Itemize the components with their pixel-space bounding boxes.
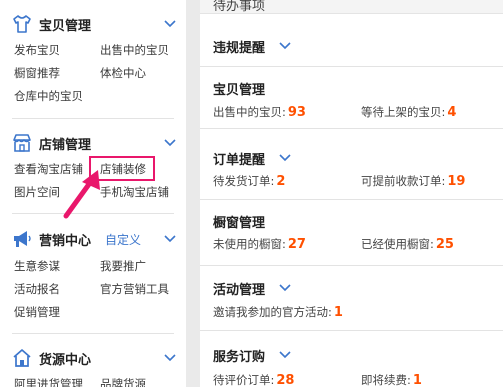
sidebar-link-promote[interactable]: 我要推广 bbox=[100, 259, 146, 273]
chevron-down-icon[interactable] bbox=[163, 351, 177, 365]
stat-count: 27 bbox=[287, 237, 306, 252]
sidebar-section-header-items[interactable]: 宝贝管理 bbox=[12, 14, 182, 34]
sidebar-link-ali-purchase[interactable]: 阿里进货管理 bbox=[14, 377, 83, 387]
stat-renewal-due[interactable]: 即将续费: 1 bbox=[361, 372, 422, 387]
column-divider bbox=[186, 0, 200, 387]
sidebar-link-health-center[interactable]: 体检中心 bbox=[100, 66, 146, 80]
stat-items-on-sale[interactable]: 出售中的宝贝: 93 bbox=[213, 104, 306, 121]
panel-title: 服务订购 bbox=[213, 350, 266, 365]
sidebar-section-header-marketing[interactable]: 营销中心 自定义 bbox=[12, 229, 182, 249]
stat-items-waiting[interactable]: 等待上架的宝贝: 4 bbox=[361, 104, 456, 121]
stat-official-event-invites[interactable]: 邀请我参加的官方活动: 1 bbox=[213, 304, 343, 321]
panel-service-orders: 服务订购 待评价订单: 28 即将续费: 1 bbox=[200, 331, 503, 387]
chevron-down-icon[interactable] bbox=[163, 136, 177, 150]
sidebar-section-header-sourcing[interactable]: 货源中心 bbox=[12, 348, 182, 368]
sidebar-link-items-on-sale[interactable]: 出售中的宝贝 bbox=[100, 43, 169, 57]
chevron-down-icon[interactable] bbox=[278, 348, 292, 362]
sidebar-link-promotion-management[interactable]: 促销管理 bbox=[14, 305, 60, 319]
stat-unused-showcase[interactable]: 未使用的橱窗: 27 bbox=[213, 236, 306, 253]
sidebar-link-business-advisor[interactable]: 生意参谋 bbox=[14, 259, 60, 273]
chevron-down-icon[interactable] bbox=[163, 232, 177, 246]
section-title-items: 宝贝管理 bbox=[39, 19, 92, 34]
panel-item-management: 宝贝管理 出售中的宝贝: 93 等待上架的宝贝: 4 bbox=[200, 67, 503, 129]
panel-title: 违规提醒 bbox=[213, 41, 266, 56]
sidebar-link-warehouse-items[interactable]: 仓库中的宝贝 bbox=[14, 89, 83, 103]
divider bbox=[12, 118, 174, 119]
stat-count: 2 bbox=[276, 174, 286, 189]
sidebar-link-mobile-store[interactable]: 手机淘宝店铺 bbox=[100, 185, 169, 199]
divider bbox=[12, 333, 174, 334]
store-icon bbox=[12, 133, 32, 153]
panel-title: 订单提醒 bbox=[213, 153, 266, 168]
panel-event-management: 活动管理 邀请我参加的官方活动: 1 bbox=[200, 266, 503, 331]
stat-used-showcase[interactable]: 已经使用橱窗: 25 bbox=[361, 236, 454, 253]
panel-title: 宝贝管理 bbox=[213, 83, 266, 98]
megaphone-icon bbox=[12, 229, 32, 249]
panel-order-alerts: 订单提醒 待发货订单: 2 可提前收款订单: 19 bbox=[200, 129, 503, 200]
section-title-marketing: 营销中心 bbox=[39, 234, 92, 249]
stat-count: 4 bbox=[447, 105, 457, 120]
todo-panel: 待办事项 违规提醒 宝贝管理 出售中的宝贝: 93 等待上架的宝贝: 4 订单提醒 … bbox=[200, 0, 503, 387]
house-icon bbox=[12, 348, 32, 368]
stat-early-payment-orders[interactable]: 可提前收款订单: 19 bbox=[361, 173, 465, 190]
stat-count: 25 bbox=[435, 237, 454, 252]
section-title-store: 店铺管理 bbox=[39, 138, 92, 153]
stat-count: 1 bbox=[412, 373, 422, 387]
sidebar-link-publish-item[interactable]: 发布宝贝 bbox=[14, 43, 60, 57]
panel-violation-alerts: 违规提醒 bbox=[200, 15, 503, 67]
todo-header: 待办事项 bbox=[200, 0, 503, 14]
stat-orders-to-ship[interactable]: 待发货订单: 2 bbox=[213, 173, 285, 190]
sidebar-link-official-tools[interactable]: 官方营销工具 bbox=[100, 282, 169, 296]
pointer-arrow-icon bbox=[63, 170, 100, 219]
stat-orders-to-review[interactable]: 待评价订单: 28 bbox=[213, 372, 294, 387]
section-title-sourcing: 货源中心 bbox=[39, 353, 92, 368]
todo-header-title: 待办事项 bbox=[213, 0, 266, 14]
sidebar: 宝贝管理 发布宝贝 出售中的宝贝 橱窗推荐 体检中心 仓库中的宝贝 店铺管理 查… bbox=[0, 0, 186, 387]
customize-link[interactable]: 自定义 bbox=[105, 231, 141, 248]
stat-count: 1 bbox=[333, 305, 343, 320]
panel-showcase-management: 橱窗管理 未使用的橱窗: 27 已经使用橱窗: 25 bbox=[200, 200, 503, 266]
chevron-down-icon[interactable] bbox=[278, 151, 292, 165]
panel-title: 橱窗管理 bbox=[213, 216, 266, 231]
chevron-down-icon[interactable] bbox=[278, 39, 292, 53]
chevron-down-icon[interactable] bbox=[278, 281, 292, 295]
sidebar-link-event-signup[interactable]: 活动报名 bbox=[14, 282, 60, 296]
chevron-down-icon[interactable] bbox=[163, 17, 177, 31]
sidebar-link-showcase[interactable]: 橱窗推荐 bbox=[14, 66, 60, 80]
shirt-icon bbox=[12, 14, 32, 34]
sidebar-link-image-space[interactable]: 图片空间 bbox=[14, 185, 60, 199]
stat-count: 28 bbox=[276, 373, 295, 387]
stat-count: 19 bbox=[447, 174, 466, 189]
sidebar-section-header-store[interactable]: 店铺管理 bbox=[12, 133, 182, 153]
panel-title: 活动管理 bbox=[213, 283, 266, 298]
sidebar-link-brand-sourcing[interactable]: 品牌货源 bbox=[100, 377, 146, 387]
stat-count: 93 bbox=[287, 105, 306, 120]
